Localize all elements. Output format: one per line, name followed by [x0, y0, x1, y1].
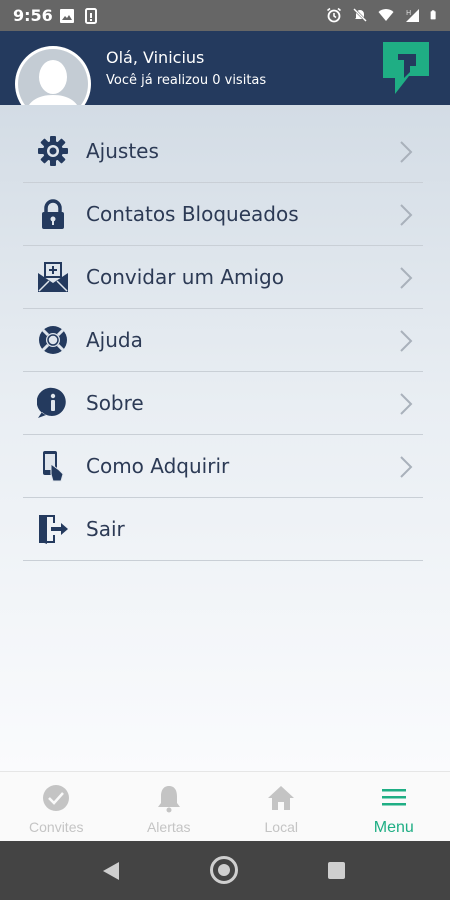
chevron-right-icon — [400, 456, 413, 478]
gear-icon — [36, 134, 70, 168]
bottom-navigation: Convites Alertas Local Menu — [0, 771, 450, 841]
recent-apps-icon[interactable] — [328, 862, 345, 879]
nav-tab-menu[interactable]: Menu — [338, 772, 450, 841]
signal-icon: H — [406, 9, 419, 22]
chevron-right-icon — [400, 393, 413, 415]
menu-item-convidar-amigo[interactable]: Convidar um Amigo — [23, 246, 423, 309]
nav-tab-convites[interactable]: Convites — [0, 772, 113, 841]
wifi-icon — [378, 9, 394, 21]
menu-item-sobre[interactable]: Sobre — [23, 372, 423, 435]
menu-content: Ajustes Contatos Bloqueados Convidar um … — [0, 105, 450, 771]
menu-item-ajustes[interactable]: Ajustes — [23, 120, 423, 183]
phone-hand-icon — [36, 449, 70, 483]
lifebuoy-icon — [36, 323, 70, 357]
menu-item-sair[interactable]: Sair — [23, 498, 423, 561]
menu-label: Convidar um Amigo — [86, 265, 284, 289]
image-icon — [60, 9, 74, 23]
battery-icon — [430, 10, 436, 20]
info-icon — [36, 386, 70, 420]
menu-label: Sobre — [86, 391, 144, 415]
lock-icon — [36, 197, 70, 231]
menu-list: Ajustes Contatos Bloqueados Convidar um … — [23, 120, 423, 561]
home-button-icon[interactable] — [210, 856, 238, 884]
menu-item-contatos-bloqueados[interactable]: Contatos Bloqueados — [23, 183, 423, 246]
mail-add-icon — [36, 260, 70, 294]
status-time: 9:56 — [13, 6, 53, 25]
chevron-right-icon — [400, 330, 413, 352]
chevron-right-icon — [400, 141, 413, 163]
svg-text:H: H — [406, 9, 411, 17]
nav-label: Local — [264, 819, 298, 835]
menu-label: Como Adquirir — [86, 454, 230, 478]
menu-item-como-adquirir[interactable]: Como Adquirir — [23, 435, 423, 498]
nav-tab-local[interactable]: Local — [225, 772, 338, 841]
mute-icon — [353, 8, 367, 22]
back-icon[interactable] — [101, 861, 121, 881]
visits-count-text: Você já realizou 0 visitas — [106, 73, 267, 88]
chevron-right-icon — [400, 267, 413, 289]
app-logo-icon — [383, 42, 429, 94]
user-greeting: Olá, Vinicius — [106, 48, 205, 67]
menu-label: Contatos Bloqueados — [86, 202, 299, 226]
check-circle-icon — [43, 785, 70, 811]
alarm-icon — [327, 7, 341, 23]
menu-item-ajuda[interactable]: Ajuda — [23, 309, 423, 372]
bell-icon — [157, 786, 180, 813]
chevron-right-icon — [400, 204, 413, 226]
phone-alert-icon — [85, 8, 97, 24]
hamburger-menu-icon — [381, 789, 406, 806]
exit-door-icon — [36, 512, 70, 546]
status-bar: 9:56 H — [0, 0, 450, 31]
home-icon — [268, 786, 295, 810]
nav-label: Menu — [373, 819, 414, 836]
menu-label: Sair — [86, 517, 125, 541]
profile-header: Olá, Vinicius Você já realizou 0 visitas — [0, 31, 450, 122]
system-navigation-bar — [0, 841, 450, 900]
nav-label: Convites — [29, 819, 84, 835]
nav-tab-alertas[interactable]: Alertas — [113, 772, 226, 841]
menu-label: Ajuda — [86, 328, 143, 352]
menu-label: Ajustes — [86, 139, 159, 163]
nav-label: Alertas — [146, 819, 191, 835]
